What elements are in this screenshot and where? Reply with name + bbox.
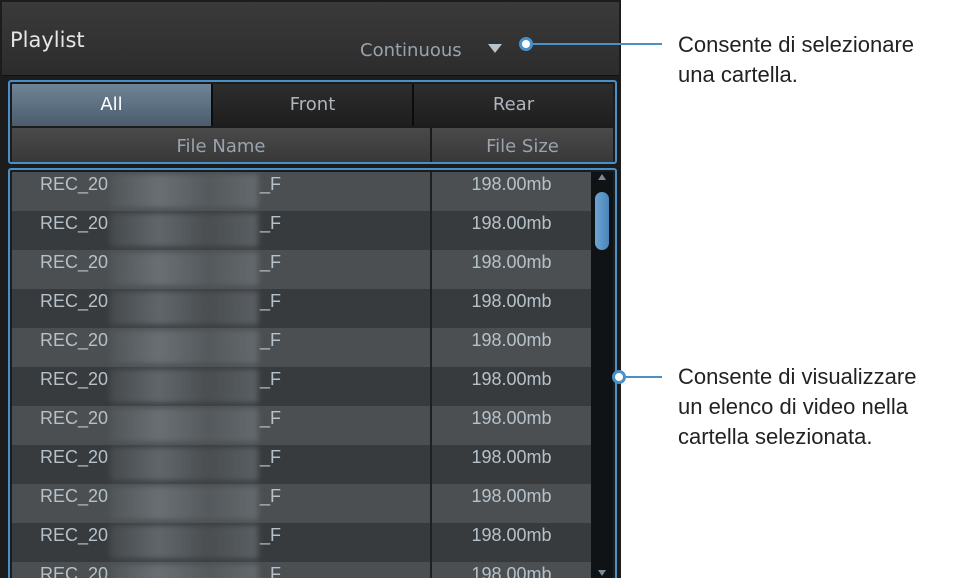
file-name-cell: REC_20 _F — [12, 250, 432, 289]
list-annotation-line-1: Consente di visualizzare — [678, 364, 917, 389]
list-item[interactable]: REC_20 _F 198.00mb — [12, 211, 591, 250]
file-name-prefix: REC_20 — [40, 447, 109, 467]
list-item[interactable]: REC_20 _F 198.00mb — [12, 445, 591, 484]
file-name-prefix: REC_20 — [40, 525, 109, 545]
file-name-cell: REC_20 _F — [12, 523, 432, 562]
file-size-cell: 198.00mb — [471, 408, 552, 428]
column-headers: File Name File Size — [12, 128, 613, 162]
folder-annotation: Consente di selezionare una cartella. — [678, 30, 914, 90]
file-name-suffix: _F — [260, 252, 282, 272]
file-name-prefix: REC_20 — [40, 369, 109, 389]
file-name-prefix: REC_20 — [40, 213, 109, 233]
file-name-suffix: _F — [260, 330, 282, 350]
file-name-suffix: _F — [260, 213, 282, 233]
playback-mode-dropdown[interactable]: Continuous — [360, 40, 502, 61]
tab-all[interactable]: All — [12, 84, 213, 126]
file-name-suffix: _F — [260, 174, 282, 194]
file-size-cell: 198.00mb — [471, 564, 552, 578]
blurred-file-name — [110, 564, 258, 578]
blurred-file-name — [110, 213, 258, 247]
file-size-cell: 198.00mb — [471, 174, 552, 194]
list-item[interactable]: REC_20 _F 198.00mb — [12, 289, 591, 328]
folder-callout-line — [526, 43, 662, 45]
file-name-cell: REC_20 _F — [12, 172, 432, 211]
list-item[interactable]: REC_20 _F 198.00mb — [12, 172, 591, 211]
file-size-cell: 198.00mb — [471, 525, 552, 545]
tab-rear[interactable]: Rear — [414, 84, 613, 126]
file-name-prefix: REC_20 — [40, 252, 109, 272]
file-name-cell: REC_20 _F — [12, 328, 432, 367]
list-item[interactable]: REC_20 _F 198.00mb — [12, 367, 591, 406]
file-name-prefix: REC_20 — [40, 174, 109, 194]
file-size-column-header[interactable]: File Size — [432, 128, 613, 162]
blurred-file-name — [110, 330, 258, 364]
file-name-prefix: REC_20 — [40, 564, 109, 578]
list-annotation-line-2: un elenco di video nella — [678, 394, 908, 419]
file-name-prefix: REC_20 — [40, 408, 109, 428]
file-name-cell: REC_20 _F — [12, 484, 432, 523]
blurred-file-name — [110, 291, 258, 325]
list-item[interactable]: REC_20 _F 198.00mb — [12, 250, 591, 289]
blurred-file-name — [110, 525, 258, 559]
file-name-suffix: _F — [260, 525, 282, 545]
list-item[interactable]: REC_20 _F 198.00mb — [12, 484, 591, 523]
list-item[interactable]: REC_20 _F 198.00mb — [12, 328, 591, 367]
list-item[interactable]: REC_20 _F 198.00mb — [12, 523, 591, 562]
playlist-title: Playlist — [10, 28, 85, 52]
scroll-down-icon[interactable] — [598, 570, 606, 576]
folder-callout-dot — [519, 37, 533, 51]
file-name-column-header[interactable]: File Name — [12, 128, 432, 162]
file-name-suffix: _F — [260, 447, 282, 467]
file-size-cell: 198.00mb — [471, 486, 552, 506]
file-name-cell: REC_20 _F — [12, 367, 432, 406]
file-name-prefix: REC_20 — [40, 330, 109, 350]
file-list-scrollbar[interactable] — [591, 172, 613, 578]
file-size-cell: 198.00mb — [471, 252, 552, 272]
list-item[interactable]: REC_20 _F 198.00mb — [12, 562, 591, 578]
file-name-suffix: _F — [260, 408, 282, 428]
playlist-panel: Playlist Continuous All Front Rear File … — [0, 0, 621, 578]
scrollbar-thumb[interactable] — [595, 192, 609, 250]
file-name-cell: REC_20 _F — [12, 406, 432, 445]
blurred-file-name — [110, 174, 258, 208]
blurred-file-name — [110, 447, 258, 481]
file-list: REC_20 _F 198.00mb REC_20 _F 198.00mb REC_20 _F… — [12, 172, 591, 578]
list-annotation-line-3: cartella selezionata. — [678, 424, 873, 449]
list-callout-line — [624, 376, 662, 378]
file-name-cell: REC_20 _F — [12, 211, 432, 250]
list-callout-dot — [612, 370, 626, 384]
file-name-suffix: _F — [260, 369, 282, 389]
playback-mode-label: Continuous — [360, 40, 462, 61]
file-name-suffix: _F — [260, 486, 282, 506]
list-item[interactable]: REC_20 _F 198.00mb — [12, 406, 591, 445]
file-size-cell: 198.00mb — [471, 447, 552, 467]
tab-front[interactable]: Front — [213, 84, 414, 126]
file-size-cell: 198.00mb — [471, 369, 552, 389]
blurred-file-name — [110, 252, 258, 286]
file-name-cell: REC_20 _F — [12, 562, 432, 578]
folder-tabs: All Front Rear — [12, 84, 613, 126]
file-name-suffix: _F — [260, 564, 282, 578]
file-name-cell: REC_20 _F — [12, 289, 432, 328]
scroll-up-icon[interactable] — [598, 174, 606, 180]
file-size-cell: 198.00mb — [471, 291, 552, 311]
file-size-cell: 198.00mb — [471, 213, 552, 233]
file-name-cell: REC_20 _F — [12, 445, 432, 484]
dropdown-arrow-icon[interactable] — [487, 43, 502, 53]
list-annotation: Consente di visualizzare un elenco di vi… — [678, 362, 916, 452]
folder-annotation-line-2: una cartella. — [678, 62, 798, 87]
blurred-file-name — [110, 408, 258, 442]
blurred-file-name — [110, 486, 258, 520]
file-name-prefix: REC_20 — [40, 291, 109, 311]
file-name-suffix: _F — [260, 291, 282, 311]
file-size-cell: 198.00mb — [471, 330, 552, 350]
file-name-prefix: REC_20 — [40, 486, 109, 506]
blurred-file-name — [110, 369, 258, 403]
folder-annotation-line-1: Consente di selezionare — [678, 32, 915, 57]
